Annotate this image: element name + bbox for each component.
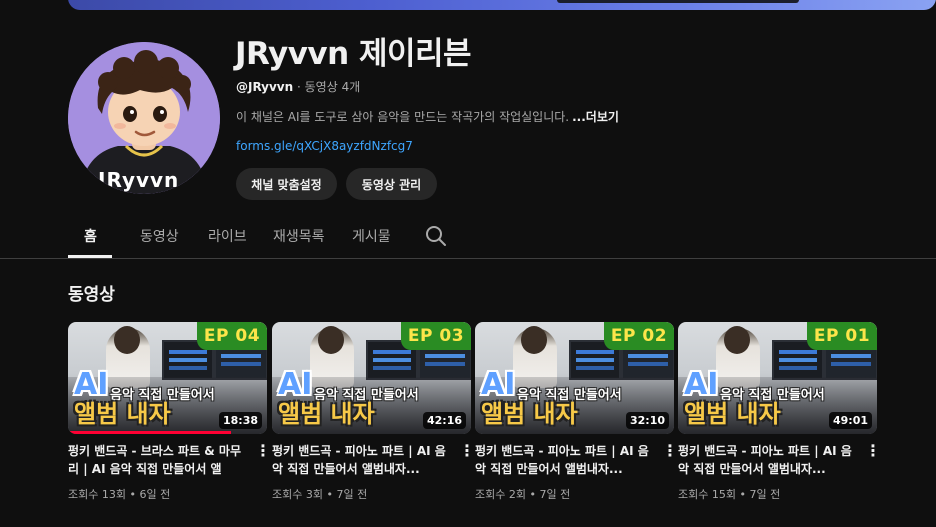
video-meta: 조회수 15회 • 7일 전 [678, 488, 781, 501]
more-vert-icon[interactable]: ⋮ [255, 442, 271, 460]
channel-handle: @JRyvvn [236, 80, 294, 94]
video-card[interactable]: EP 04 AI 음악 직접 만들어서 앨범 내자 18:38 펑키 밴드곡 -… [68, 322, 271, 502]
channel-meta: @JRyvvn · 동영상 4개 [236, 78, 360, 95]
customize-channel-button[interactable]: 채널 맞춤설정 [236, 168, 337, 200]
thumb-head [114, 326, 140, 354]
video-thumbnail[interactable]: EP 02 AI 음악 직접 만들어서 앨범 내자 32:10 [475, 322, 674, 434]
episode-badge: EP 01 [807, 322, 877, 350]
channel-banner [68, 0, 936, 10]
more-vert-icon[interactable]: ⋮ [662, 442, 678, 460]
episode-badge: EP 04 [197, 322, 267, 350]
channel-link[interactable]: forms.gle/qXCjX8ayzfdNzfcg7 [236, 139, 413, 153]
tab-live[interactable]: 라이브 [208, 226, 247, 246]
channel-description[interactable]: 이 채널은 AI를 도구로 삼아 음악을 만드는 작곡가의 작업실입니다....… [236, 108, 619, 125]
video-meta: 조회수 13회 • 6일 전 [68, 488, 171, 501]
manage-videos-button[interactable]: 동영상 관리 [346, 168, 437, 200]
description-text: 이 채널은 AI를 도구로 삼아 음악을 만드는 작곡가의 작업실입니다. [236, 110, 570, 124]
thumb-ai-text: AI [74, 367, 109, 402]
video-title[interactable]: 펑키 밴드곡 - 브라스 파트 & 마무리 | AI 음악 직접 만들어서 앨범… [68, 442, 244, 478]
tab-videos[interactable]: 동영상 [140, 226, 179, 246]
video-card[interactable]: EP 02 AI 음악 직접 만들어서 앨범 내자 32:10 펑키 밴드곡 -… [475, 322, 678, 502]
thumb-head [521, 326, 547, 354]
video-meta: 조회수 2회 • 7일 전 [475, 488, 571, 501]
video-duration: 42:16 [422, 412, 466, 429]
video-duration: 32:10 [625, 412, 669, 429]
thumb-head [724, 326, 750, 354]
thumb-album-text: 앨범 내자 [684, 400, 781, 428]
thumb-album-text: 앨범 내자 [481, 400, 578, 428]
video-title[interactable]: 펑키 밴드곡 - 피아노 파트 | AI 음악 직접 만들어서 앨범내자... [678, 442, 854, 478]
meta-separator: · [293, 80, 305, 94]
video-duration: 18:38 [218, 412, 262, 429]
avatar-text: JRyvvn [98, 168, 180, 192]
channel-avatar[interactable]: JRyvvn [68, 42, 220, 194]
episode-badge: EP 02 [604, 322, 674, 350]
watch-progress [68, 431, 232, 434]
video-thumbnail[interactable]: EP 03 AI 음악 직접 만들어서 앨범 내자 42:16 [272, 322, 471, 434]
thumb-ai-text: AI [481, 367, 516, 402]
video-card[interactable]: EP 01 AI 음악 직접 만들어서 앨범 내자 49:01 펑키 밴드곡 -… [678, 322, 881, 502]
thumb-album-text: 앨범 내자 [74, 400, 171, 428]
video-title[interactable]: 펑키 밴드곡 - 피아노 파트 | AI 음악 직접 만들어서 앨범내자... [272, 442, 448, 478]
thumb-head [318, 326, 344, 354]
more-link[interactable]: ...더보기 [572, 110, 619, 124]
section-title: 동영상 [68, 285, 115, 305]
channel-name: JRyvvn 제이리븐 [235, 36, 472, 72]
tab-home[interactable]: 홈 [84, 226, 97, 246]
tabs-divider [0, 258, 936, 259]
more-vert-icon[interactable]: ⋮ [865, 442, 881, 460]
tab-posts[interactable]: 게시물 [352, 226, 391, 246]
video-duration: 49:01 [828, 412, 872, 429]
search-icon[interactable] [425, 225, 447, 247]
banner-detail [557, 0, 799, 3]
video-card[interactable]: EP 03 AI 음악 직접 만들어서 앨범 내자 42:16 펑키 밴드곡 -… [272, 322, 475, 502]
video-meta: 조회수 3회 • 7일 전 [272, 488, 368, 501]
episode-badge: EP 03 [401, 322, 471, 350]
thumb-ai-text: AI [278, 367, 313, 402]
thumb-ai-text: AI [684, 367, 719, 402]
video-title[interactable]: 펑키 밴드곡 - 피아노 파트 | AI 음악 직접 만들어서 앨범내자... [475, 442, 651, 478]
thumb-album-text: 앨범 내자 [278, 400, 375, 428]
video-thumbnail[interactable]: EP 04 AI 음악 직접 만들어서 앨범 내자 18:38 [68, 322, 267, 434]
video-thumbnail[interactable]: EP 01 AI 음악 직접 만들어서 앨범 내자 49:01 [678, 322, 877, 434]
video-count: 동영상 4개 [304, 80, 361, 94]
tab-playlists[interactable]: 재생목록 [273, 226, 325, 246]
more-vert-icon[interactable]: ⋮ [459, 442, 475, 460]
